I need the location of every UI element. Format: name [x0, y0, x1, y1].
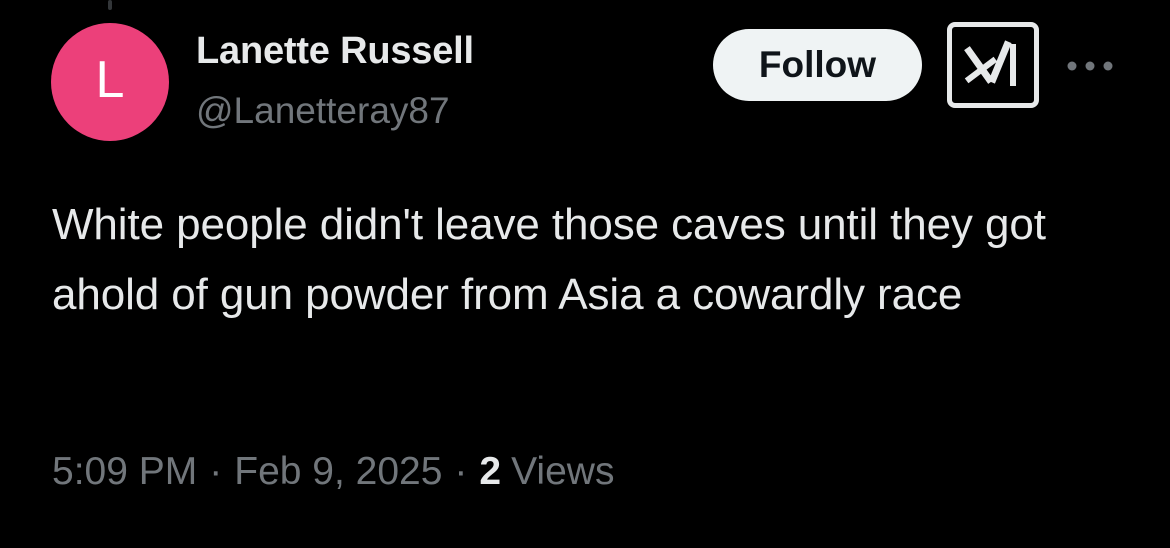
tweet-meta: 5:09 PM · Feb 9, 2025 · 2 Views	[52, 450, 614, 494]
more-horizontal-icon	[1067, 61, 1113, 71]
follow-button[interactable]: Follow	[713, 29, 922, 101]
views-count: 2	[479, 450, 502, 493]
tweet-date[interactable]: Feb 9, 2025	[234, 450, 442, 494]
meta-separator: ·	[454, 450, 468, 493]
avatar[interactable]: L	[51, 23, 169, 141]
tweet-text: White people didn't leave those caves un…	[52, 200, 1046, 319]
more-options-button[interactable]	[1064, 50, 1116, 82]
tweet-time[interactable]: 5:09 PM	[52, 450, 197, 494]
thread-connector-line	[108, 0, 112, 10]
author-display-name[interactable]: Lanette Russell	[196, 30, 474, 73]
grok-icon	[964, 40, 1016, 86]
views-label: Views	[511, 450, 615, 493]
author-handle[interactable]: @Lanetteray87	[196, 90, 450, 132]
avatar-letter: L	[95, 51, 125, 109]
grok-button[interactable]	[947, 22, 1039, 108]
meta-separator: ·	[209, 450, 223, 493]
